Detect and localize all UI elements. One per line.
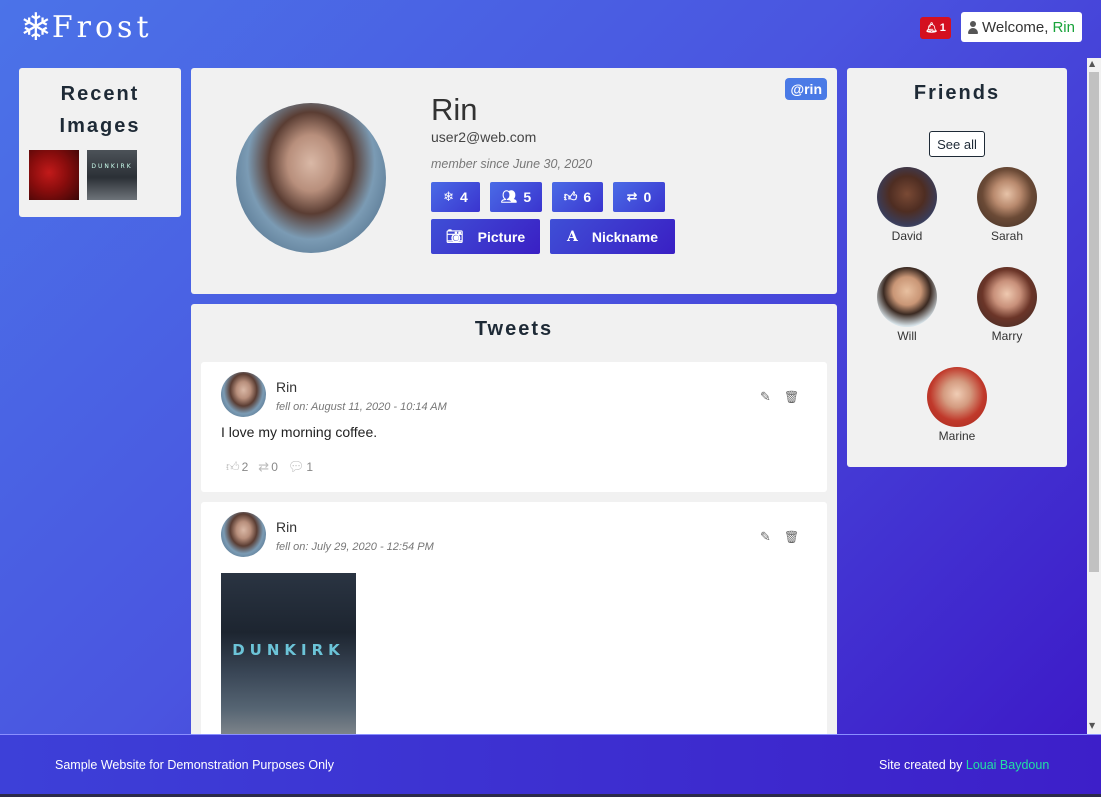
like-button[interactable]: 👍︎ 2 [226, 460, 248, 475]
comment-count: 1 [306, 460, 314, 474]
footer-disclaimer: Sample Website for Demonstration Purpose… [55, 758, 335, 772]
footer: Sample Website for Demonstration Purpose… [0, 734, 1101, 797]
tweet-text: I love my morning coffee. [221, 424, 378, 440]
poster-title: DUNKIRK [232, 641, 345, 659]
profile-actions: 📷︎ Picture A Nickname [431, 219, 675, 254]
friend-avatar [877, 267, 937, 327]
thumbs-up-icon: 👍︎ [226, 460, 240, 475]
tweets-panel: Tweets Rin fell on: August 11, 2020 - 10… [191, 304, 837, 744]
recent-images-list: DUNKIRK [29, 150, 181, 200]
profile-avatar [236, 103, 386, 253]
footer-author-link[interactable]: Louai Baydoun [966, 758, 1049, 772]
tweet-card: Rin fell on: August 11, 2020 - 10:14 AM … [201, 362, 827, 492]
friend-name: David [891, 229, 923, 243]
stat-value: 4 [460, 189, 468, 205]
friend-avatar [977, 167, 1037, 227]
retweets-stat-button[interactable]: ⇄ 0 [613, 182, 665, 212]
user-icon [968, 20, 979, 34]
profile-handle-badge: @rin [785, 78, 827, 100]
stat-value: 5 [523, 189, 532, 205]
friend-name: Marry [991, 329, 1023, 343]
snowflake-icon: ❄ [443, 189, 455, 205]
logo-text: Frost [51, 9, 153, 45]
thumbs-up-icon: 👍︎ [563, 189, 578, 205]
snowflakes-stat-button[interactable]: ❄ 4 [431, 182, 480, 212]
profile-panel: @rin Rin user2@web.com member since June… [191, 68, 837, 294]
notification-button[interactable]: 🔔︎ 1 [920, 17, 951, 39]
friend-item[interactable]: Marine [917, 367, 997, 443]
tweets-title: Tweets [474, 318, 554, 340]
footer-credit: Site created by Louai Baydoun [879, 758, 1049, 772]
retweet-icon: ⇄ [626, 189, 638, 205]
tweet-date: fell on: August 11, 2020 - 10:14 AM [276, 401, 447, 413]
friends-title: Friends [913, 82, 1001, 104]
stat-value: 6 [583, 189, 592, 205]
tweet-actions: 👍︎ 2 ⇄ 0 💬︎ 1 [226, 460, 313, 475]
profile-email: user2@web.com [431, 129, 537, 145]
friend-name: Sarah [990, 229, 1024, 243]
tweet-image[interactable]: DUNKIRK [221, 573, 356, 743]
tweet-author[interactable]: Rin [276, 519, 297, 535]
change-picture-button[interactable]: 📷︎ Picture [431, 219, 540, 254]
snowflake-logo-icon: ❄ [20, 5, 52, 49]
friend-avatar [877, 167, 937, 227]
scroll-up-arrow-icon[interactable]: ▲ [1089, 59, 1095, 68]
friend-name: Marine [938, 429, 976, 443]
see-all-friends-button[interactable]: See all [929, 131, 985, 157]
logo[interactable]: ❄ Frost [20, 8, 153, 46]
like-count: 2 [241, 460, 249, 474]
friends-stat-button[interactable]: 👥︎ 5 [490, 182, 542, 212]
scroll-down-arrow-icon[interactable]: ▼ [1089, 721, 1095, 730]
comment-icon: 💬︎ [287, 460, 305, 475]
recent-images-title: Recent Images [59, 83, 141, 137]
comment-button[interactable]: 💬︎ 1 [288, 460, 313, 475]
scrollbar-thumb[interactable] [1089, 72, 1099, 572]
friend-name: Will [897, 329, 917, 343]
trash-icon[interactable]: 🗑︎ [784, 390, 799, 404]
tweet-avatar[interactable] [221, 512, 266, 557]
footer-credit-prefix: Site created by [879, 758, 963, 772]
font-icon: A [566, 228, 578, 245]
pencil-icon[interactable]: ✎ [760, 530, 771, 545]
picture-label: Picture [477, 228, 526, 245]
retweet-button[interactable]: ⇄ 0 [258, 460, 278, 475]
notification-count: 1 [939, 22, 946, 34]
friend-avatar [927, 367, 987, 427]
camera-icon: 📷︎ [445, 228, 464, 245]
tweet-card: Rin fell on: July 29, 2020 - 12:54 PM ✎ … [201, 502, 827, 744]
friend-item[interactable]: Will [867, 267, 947, 343]
trash-icon[interactable]: 🗑︎ [784, 530, 799, 544]
recent-images-panel: Recent Images DUNKIRK [19, 68, 181, 217]
friend-item[interactable]: Marry [967, 267, 1047, 343]
friend-item[interactable]: Sarah [967, 167, 1047, 243]
likes-stat-button[interactable]: 👍︎ 6 [552, 182, 603, 212]
thumb-text: DUNKIRK [91, 163, 133, 170]
friend-avatar [977, 267, 1037, 327]
recent-image-thumb[interactable] [29, 150, 79, 200]
nickname-label: Nickname [591, 228, 659, 245]
welcome-user-button[interactable]: Welcome, Rin [961, 12, 1082, 42]
change-nickname-button[interactable]: A Nickname [550, 219, 675, 254]
bell-icon: 🔔︎ [925, 22, 938, 34]
tweet-author[interactable]: Rin [276, 379, 297, 395]
pencil-icon[interactable]: ✎ [760, 390, 771, 405]
friends-panel: Friends See all David Sarah Will Marry M… [847, 68, 1067, 467]
stat-value: 0 [643, 189, 652, 205]
welcome-prefix: Welcome, [982, 18, 1049, 36]
profile-stats: ❄ 4 👥︎ 5 👍︎ 6 ⇄ 0 [431, 182, 665, 212]
tweet-date: fell on: July 29, 2020 - 12:54 PM [276, 541, 434, 553]
profile-member-since: member since June 30, 2020 [431, 157, 593, 171]
tweet-avatar[interactable] [221, 372, 266, 417]
profile-name: Rin [431, 92, 478, 127]
retweet-count: 0 [271, 460, 278, 474]
friend-item[interactable]: David [867, 167, 947, 243]
welcome-username: Rin [1052, 18, 1075, 36]
users-icon: 👥︎ [500, 189, 518, 205]
retweet-icon: ⇄ [258, 460, 270, 475]
recent-image-thumb[interactable]: DUNKIRK [87, 150, 137, 200]
